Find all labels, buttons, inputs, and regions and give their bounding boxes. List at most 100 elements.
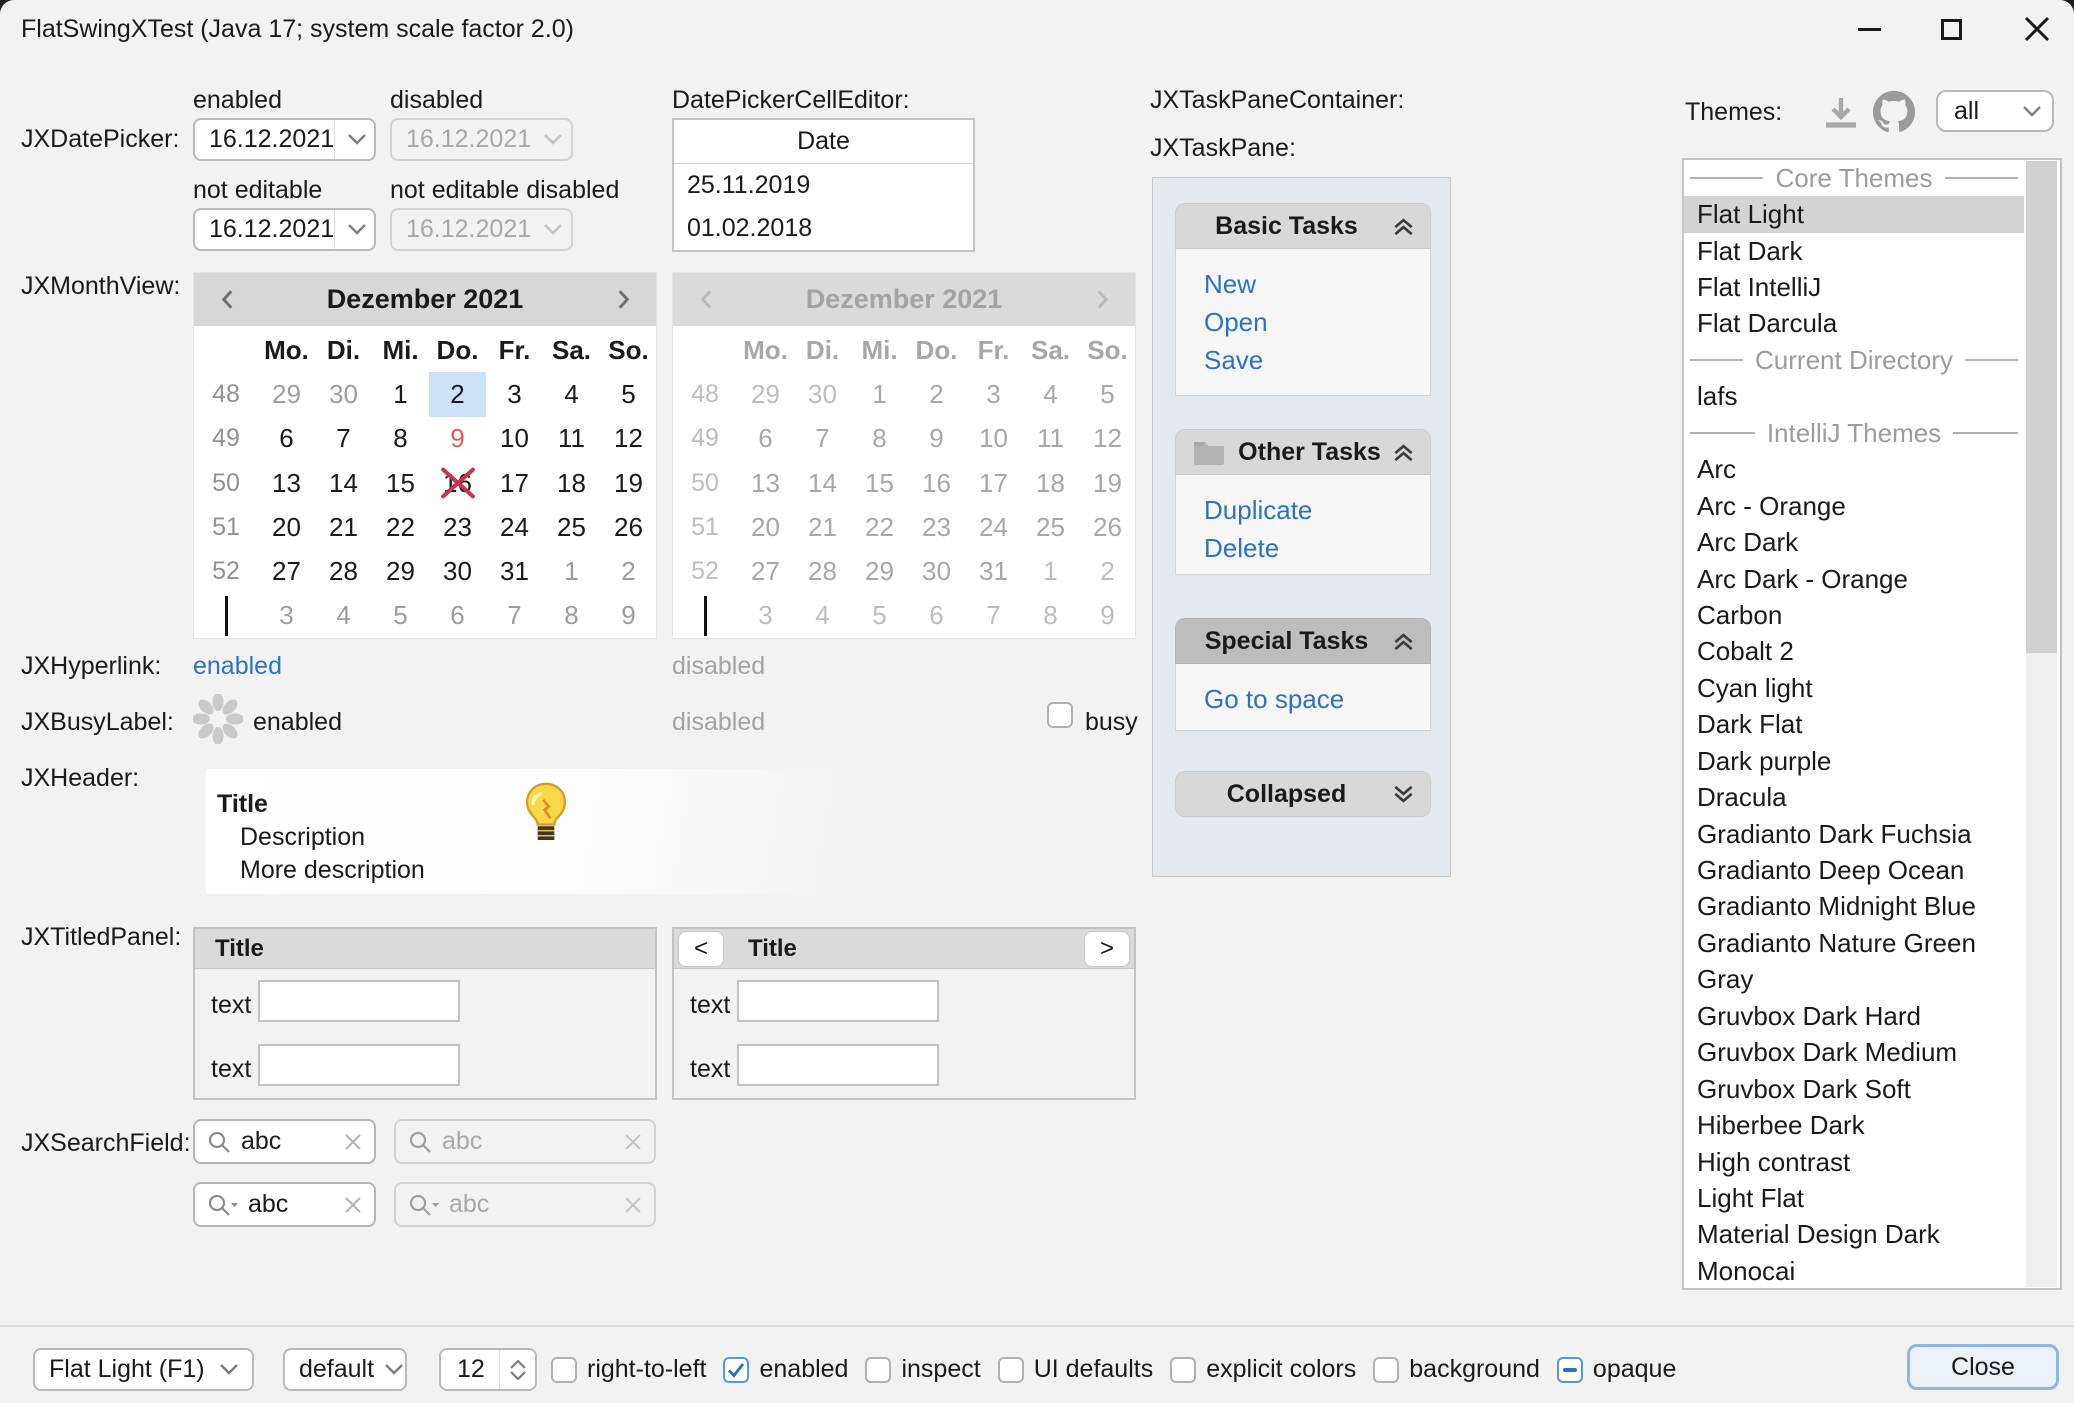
checkbox-unchecked[interactable] [1170,1357,1196,1383]
day-cell[interactable]: 6 [429,594,486,638]
themes-filter-combobox[interactable]: all [1936,90,2054,132]
task-link[interactable]: Delete [1204,533,1430,564]
theme-list-item[interactable]: lafs [1684,379,2024,415]
download-icon[interactable] [1822,96,1860,130]
theme-list-item[interactable]: Cobalt 2 [1684,634,2024,670]
celleditor-table[interactable]: Date 25.11.201901.02.2018 [672,118,975,252]
text-input[interactable] [258,980,460,1022]
taskpane-header[interactable]: Collapsed [1175,771,1431,817]
theme-list-item[interactable]: Flat IntelliJ [1684,269,2024,305]
scrollbar-track[interactable] [2026,161,2057,1287]
theme-list-item[interactable]: Light Flat [1684,1180,2024,1216]
search-field-enabled[interactable]: abc [193,1119,376,1164]
day-cell[interactable]: 5 [372,594,429,638]
theme-list-item[interactable]: Gradianto Midnight Blue [1684,889,2024,925]
day-cell[interactable]: 14 [315,461,372,505]
checkbox-unchecked[interactable] [1373,1357,1399,1383]
checkbox-item[interactable]: background [1373,1355,1540,1384]
day-cell[interactable]: 3 [258,594,315,638]
clear-icon[interactable] [344,1133,362,1151]
close-dialog-button[interactable]: Close [1907,1344,2059,1390]
task-link[interactable]: New [1204,269,1430,300]
day-cell[interactable]: 31 [486,549,543,593]
theme-list-item[interactable]: Carbon [1684,597,2024,633]
checkbox-item[interactable]: right-to-left [551,1355,706,1384]
day-cell[interactable]: 8 [372,417,429,461]
prev-month-button[interactable] [194,273,260,326]
day-cell[interactable]: 30 [429,549,486,593]
day-cell[interactable]: 20 [258,505,315,549]
table-row[interactable]: 01.02.2018 [674,207,973,250]
theme-list-item[interactable]: Arc Dark [1684,524,2024,560]
day-cell[interactable]: 1 [372,372,429,416]
clear-icon[interactable] [344,1196,362,1214]
taskpane-header[interactable]: Other Tasks [1175,429,1431,475]
busy-checkbox[interactable] [1047,702,1073,728]
themes-list[interactable]: Core ThemesFlat LightFlat DarkFlat Intel… [1682,158,2062,1290]
day-cell[interactable]: 11 [543,417,600,461]
day-cell[interactable]: 22 [372,505,429,549]
day-cell[interactable]: 26 [600,505,657,549]
day-cell[interactable]: 18 [543,461,600,505]
checkbox-item[interactable]: UI defaults [998,1355,1154,1384]
checkbox-item[interactable]: explicit colors [1170,1355,1356,1384]
minimize-button[interactable] [1836,0,1902,58]
font-size-spinner[interactable]: 12 [439,1348,537,1391]
theme-list-item[interactable]: Gradianto Dark Fuchsia [1684,816,2024,852]
day-cell[interactable]: 4 [543,372,600,416]
laf-combobox[interactable]: Flat Light (F1) [33,1348,254,1391]
task-link[interactable]: Duplicate [1204,495,1430,526]
day-cell[interactable]: 9 [429,417,486,461]
font-combobox[interactable]: default [283,1348,407,1391]
day-cell[interactable]: 7 [486,594,543,638]
task-link[interactable]: Open [1204,307,1430,338]
theme-list-item[interactable]: Gradianto Nature Green [1684,925,2024,961]
text-input[interactable] [258,1044,460,1086]
day-cell[interactable]: 3 [486,372,543,416]
theme-list-item[interactable]: Arc [1684,452,2024,488]
spinner-down-icon[interactable] [510,1371,526,1380]
day-cell[interactable]: 2 [600,549,657,593]
theme-list-item[interactable]: Flat Darcula [1684,306,2024,342]
theme-list-item[interactable]: Gray [1684,962,2024,998]
day-cell[interactable]: 16 [429,461,486,505]
day-cell[interactable]: 10 [486,417,543,461]
day-cell[interactable]: 19 [600,461,657,505]
day-cell[interactable]: 21 [315,505,372,549]
day-cell[interactable]: 5 [600,372,657,416]
spinner-up-icon[interactable] [510,1360,526,1369]
day-cell[interactable]: 29 [258,372,315,416]
theme-list-item[interactable]: Gruvbox Dark Hard [1684,998,2024,1034]
theme-list-item[interactable]: Gradianto Deep Ocean [1684,852,2024,888]
github-icon[interactable] [1872,90,1916,134]
day-cell[interactable]: 1 [543,549,600,593]
day-cell[interactable]: 4 [315,594,372,638]
theme-list-item[interactable]: Gruvbox Dark Soft [1684,1071,2024,1107]
day-cell[interactable]: 30 [315,372,372,416]
day-cell[interactable]: 24 [486,505,543,549]
checkbox-item[interactable]: enabled [723,1355,848,1384]
theme-list-item[interactable]: Monocai [1684,1253,2024,1289]
scrollbar-thumb[interactable] [2026,161,2057,653]
theme-list-item[interactable]: Cyan light [1684,670,2024,706]
theme-list-item[interactable]: Flat Light [1684,196,2024,232]
theme-list-item[interactable]: Dark Flat [1684,707,2024,743]
table-column-header[interactable]: Date [674,120,973,164]
theme-list-item[interactable]: Dracula [1684,779,2024,815]
hyperlink-enabled[interactable]: enabled [193,652,282,681]
taskpane-header[interactable]: Special Tasks [1175,618,1431,664]
theme-list-item[interactable]: Dark purple [1684,743,2024,779]
checkbox-item[interactable]: inspect [865,1355,980,1384]
prev-button[interactable]: < [678,931,724,967]
next-month-button[interactable] [590,273,656,326]
theme-list-item[interactable]: Flat Dark [1684,233,2024,269]
checkbox-item[interactable]: opaque [1557,1355,1676,1384]
day-cell[interactable]: 9 [600,594,657,638]
day-cell[interactable]: 23 [429,505,486,549]
theme-list-item[interactable]: High contrast [1684,1144,2024,1180]
checkbox-checked[interactable] [723,1357,749,1383]
table-row[interactable]: 25.11.2019 [674,164,973,207]
day-cell[interactable]: 6 [258,417,315,461]
search-field-menu-enabled[interactable]: abc [193,1182,376,1227]
taskpane-header[interactable]: Basic Tasks [1175,203,1431,249]
